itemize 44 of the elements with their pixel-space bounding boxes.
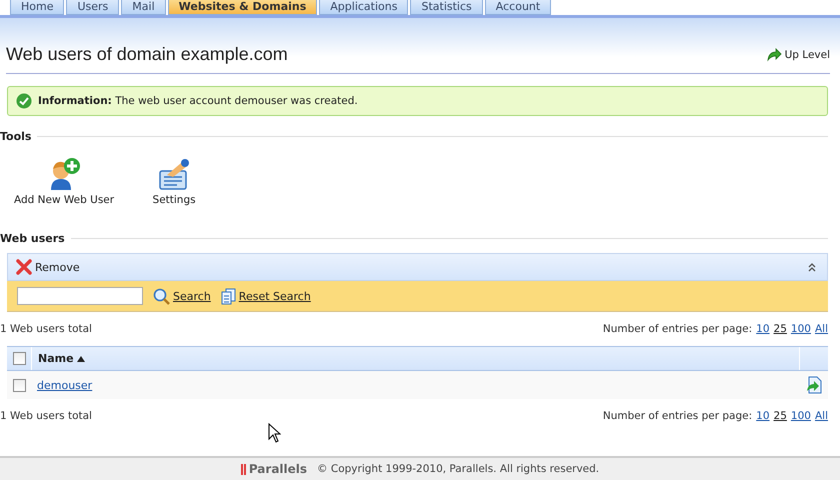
settings-icon xyxy=(157,157,192,191)
collapse-icon[interactable] xyxy=(807,262,817,272)
page-size-link[interactable]: 100 xyxy=(790,410,811,422)
page-size-link[interactable]: 25 xyxy=(774,410,787,422)
nav-tab[interactable]: Home xyxy=(10,0,64,15)
section-heading: Web users xyxy=(0,232,65,245)
section-heading: Tools xyxy=(0,130,32,143)
entries-per-page-label: Number of entries per page: xyxy=(602,410,752,422)
search-link[interactable]: Search xyxy=(153,288,211,304)
row-checkbox[interactable] xyxy=(12,378,26,392)
page-title: Web users of domain example.com xyxy=(6,44,288,65)
page-size-link[interactable]: 25 xyxy=(774,323,787,335)
search-icon xyxy=(153,288,170,304)
total-count: 1 Web users total xyxy=(0,410,92,422)
tool-button[interactable]: Settings xyxy=(144,157,204,206)
page-size-link[interactable]: All xyxy=(814,410,828,422)
info-message: Information: The web user account demouser was created. xyxy=(38,95,358,107)
page-size-link[interactable]: All xyxy=(814,323,828,335)
copyright-text: © Copyright 1999-2010, Parallels. All rights reserved. xyxy=(317,463,600,475)
reset-search-link[interactable]: Reset Search xyxy=(220,288,311,304)
close-icon xyxy=(16,259,32,275)
nav-tab[interactable]: Statistics xyxy=(410,0,483,15)
select-all-checkbox[interactable] xyxy=(12,352,26,365)
tool-button[interactable]: Add New Web User xyxy=(14,157,114,206)
nav-tab[interactable]: Account xyxy=(484,0,552,15)
remove-button[interactable]: Remove xyxy=(16,259,80,275)
mouse-pointer-icon xyxy=(268,423,281,443)
curved-arrow-icon xyxy=(766,48,782,62)
column-header[interactable]: Name xyxy=(31,347,799,370)
nav-tab[interactable]: Mail xyxy=(121,0,166,15)
brand-logo: Parallels xyxy=(240,462,308,476)
page-size-link[interactable]: 10 xyxy=(756,323,770,335)
page-size-link[interactable]: 10 xyxy=(756,410,770,422)
check-icon xyxy=(16,93,32,109)
nav-tab[interactable]: Users xyxy=(66,0,120,15)
up-level-link[interactable]: Up Level xyxy=(766,48,830,62)
document-arrow-icon[interactable] xyxy=(806,376,822,394)
nav-tab[interactable]: Websites & Domains xyxy=(168,0,318,15)
page-size-link[interactable]: 100 xyxy=(790,323,811,335)
nav-tab[interactable]: Applications xyxy=(319,0,408,15)
documents-icon xyxy=(220,288,236,304)
total-count: 1 Web users total xyxy=(0,323,92,335)
search-field[interactable] xyxy=(17,287,143,305)
entries-per-page-label: Number of entries per page: xyxy=(602,323,752,335)
